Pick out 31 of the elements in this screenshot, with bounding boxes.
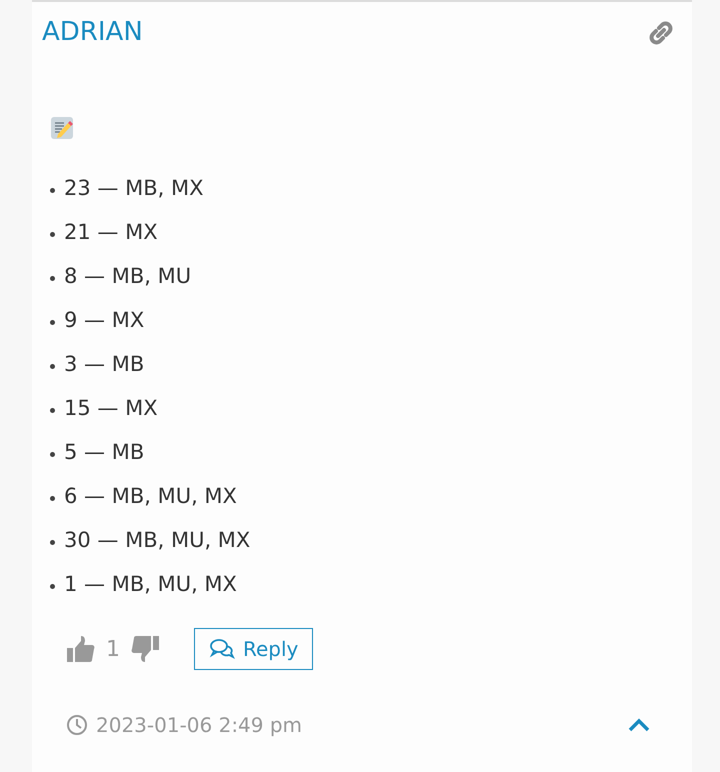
clock-icon xyxy=(66,714,88,736)
list-item: 15 — MX xyxy=(64,398,158,420)
bullet-icon xyxy=(50,584,55,590)
bullet-icon xyxy=(50,452,55,458)
list-item: 5 — MB xyxy=(64,442,144,464)
thumbs-up-icon[interactable] xyxy=(66,634,96,664)
link-icon[interactable] xyxy=(648,20,674,46)
thumbs-down-icon[interactable] xyxy=(130,634,160,664)
bullet-icon xyxy=(50,320,55,326)
bullet-icon xyxy=(50,276,55,282)
collapse-icon[interactable] xyxy=(628,718,650,732)
list-item: 30 — MB, MU, MX xyxy=(64,530,250,552)
author-name[interactable]: ADRIAN xyxy=(42,16,143,50)
timestamp: 2023-01-06 2:49 pm xyxy=(96,712,302,740)
bullet-icon xyxy=(50,408,55,414)
list-item: 21 — MX xyxy=(64,222,158,244)
bullet-icon xyxy=(50,540,55,546)
list-item: 8 — MB, MU xyxy=(64,266,192,288)
reply-button[interactable]: Reply xyxy=(194,628,314,670)
bullet-icon xyxy=(50,188,55,194)
bullet-icon xyxy=(50,496,55,502)
bullet-icon xyxy=(50,232,55,238)
list-item: 3 — MB xyxy=(64,354,144,376)
bullet-icon xyxy=(50,364,55,370)
memo-icon xyxy=(50,116,74,140)
list-item: 6 — MB, MU, MX xyxy=(64,486,237,508)
list-item: 23 — MB, MX xyxy=(64,178,204,200)
list-item: 9 — MX xyxy=(64,310,144,332)
list-item: 1 — MB, MU, MX xyxy=(64,574,237,596)
vote-count: 1 xyxy=(106,636,120,664)
chat-icon xyxy=(209,638,235,660)
